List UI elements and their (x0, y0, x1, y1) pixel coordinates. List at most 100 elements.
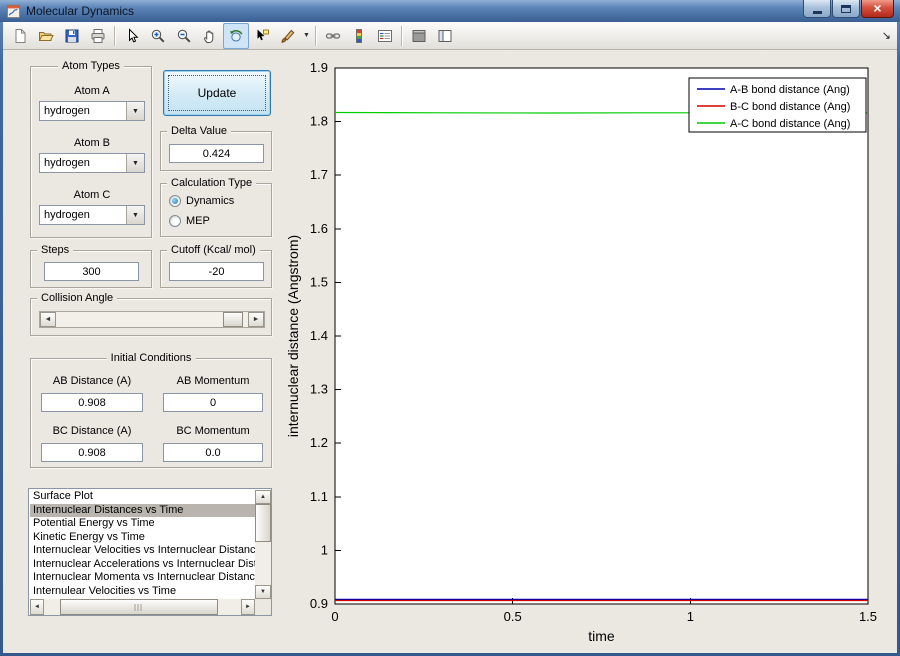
chevron-down-icon[interactable]: ▼ (126, 206, 144, 224)
scroll-up-arrow-icon[interactable]: ▲ (255, 490, 271, 504)
delta-value-title: Delta Value (167, 124, 232, 138)
horizontal-scroll-thumb[interactable] (60, 599, 218, 615)
list-item[interactable]: Internuclear Velocities vs Internuclear … (30, 544, 255, 558)
bc-distance-label: BC Distance (A) (52, 425, 132, 437)
atom-c-select[interactable]: hydrogen ▼ (39, 205, 145, 225)
list-item[interactable]: Kinetic Energy vs Time (30, 531, 255, 545)
link-plot-icon (325, 32, 341, 39)
scroll-right-arrow-icon[interactable]: ► (241, 599, 255, 615)
data-cursor-button[interactable] (249, 23, 275, 49)
close-button[interactable]: × (861, 0, 894, 18)
bc-momentum-label: BC Momentum (176, 425, 250, 437)
y-tick-label: 1.6 (310, 221, 328, 236)
figure-canvas: Atom Types Atom A hydrogen ▼ Atom B hydr… (3, 50, 897, 653)
radio-dynamics-label: Dynamics (186, 195, 235, 207)
data-cursor-icon (257, 29, 269, 40)
save-figure-icon (65, 29, 79, 42)
bc-momentum-field[interactable] (163, 443, 263, 462)
delta-value-field[interactable] (169, 144, 264, 163)
ab-distance-field[interactable] (41, 393, 143, 412)
maximize-button[interactable] (832, 0, 860, 18)
axes-box (334, 67, 869, 605)
open-file-button[interactable] (33, 23, 59, 49)
atom-a-value: hydrogen (44, 105, 90, 117)
toolbar-separator (114, 25, 116, 46)
edit-plot-button[interactable] (119, 23, 145, 49)
bc-distance-field[interactable] (41, 443, 143, 462)
y-axis-label: internuclear distance (Angstrom) (285, 235, 301, 437)
x-axis-label: time (588, 628, 615, 644)
insert-colorbar-button[interactable] (346, 23, 372, 49)
scroll-left-arrow-icon[interactable]: ◄ (30, 599, 44, 615)
collision-angle-thumb[interactable] (222, 312, 243, 327)
y-tick-label: 1.5 (310, 274, 328, 289)
atom-c-value: hydrogen (44, 209, 90, 221)
list-item[interactable]: Potential Energy vs Time (30, 517, 255, 531)
link-plot-button[interactable] (320, 23, 346, 49)
print-figure-button[interactable] (85, 23, 111, 49)
new-figure-button[interactable] (7, 23, 33, 49)
ab-momentum-field[interactable] (163, 393, 263, 412)
maximize-icon (841, 4, 851, 13)
atom-b-value: hydrogen (44, 157, 90, 169)
plot-type-listbox[interactable]: Surface Plot Internuclear Distances vs T… (28, 488, 272, 616)
radio-selected-icon[interactable] (169, 195, 181, 207)
toolbar-separator (401, 25, 403, 46)
brush-data-button[interactable] (275, 23, 301, 49)
plot-area[interactable]: 0 0.5 1 1.5 0.9 1 1.1 1.2 1.3 1.4 1.5 1.6 1.7 1.8 1.9 t… (280, 52, 898, 653)
x-tick-label: 1 (687, 609, 694, 624)
list-item[interactable]: Internuclear Accelerations vs Internucle… (30, 558, 255, 572)
scroll-down-arrow-icon[interactable]: ▼ (255, 585, 271, 599)
insert-legend-button[interactable] (372, 23, 398, 49)
print-figure-icon (91, 28, 105, 43)
vertical-scroll-thumb[interactable] (255, 504, 271, 542)
collision-angle-slider[interactable]: ◄ ► (39, 311, 265, 328)
ab-momentum-label: AB Momentum (176, 375, 250, 387)
y-tick-label: 1.9 (310, 60, 328, 75)
brush-dropdown-arrow[interactable]: ▼ (301, 24, 312, 48)
legend-entry-label: A-C bond distance (Ang) (730, 118, 850, 130)
atom-b-select[interactable]: hydrogen ▼ (39, 153, 145, 173)
toolbar-overflow-icon[interactable]: ↘ (882, 29, 891, 42)
slider-right-arrow-icon[interactable]: ► (248, 312, 264, 327)
update-button[interactable]: Update (163, 70, 271, 116)
save-figure-button[interactable] (59, 23, 85, 49)
y-tick-label: 1.1 (310, 489, 328, 504)
slider-left-arrow-icon[interactable]: ◄ (40, 312, 56, 327)
toolbar-separator (315, 25, 317, 46)
steps-field[interactable] (44, 262, 139, 281)
ab-distance-label: AB Distance (A) (52, 375, 132, 387)
pan-button[interactable] (197, 23, 223, 49)
titlebar[interactable]: Molecular Dynamics × (0, 0, 900, 22)
radio-unselected-icon[interactable] (169, 215, 181, 227)
list-item[interactable]: Internulear Velocities vs Time (30, 585, 255, 599)
brush-data-icon (281, 29, 295, 43)
cutoff-field[interactable] (169, 262, 264, 281)
rotate-3d-button[interactable] (223, 22, 249, 49)
list-item-selected[interactable]: Internuclear Distances vs Time (30, 503, 255, 517)
minimize-button[interactable] (803, 0, 831, 18)
plot-type-list: Surface Plot Internuclear Distances vs T… (30, 490, 255, 599)
window-title: Molecular Dynamics (26, 4, 135, 18)
y-tick-label: 1.7 (310, 167, 328, 182)
y-tick-label: 1.4 (310, 328, 328, 343)
zoom-out-button[interactable] (171, 23, 197, 49)
hide-plot-tools-button[interactable] (406, 23, 432, 49)
list-item[interactable]: Surface Plot (30, 490, 255, 504)
show-plot-tools-button[interactable] (432, 23, 458, 49)
chevron-down-icon[interactable]: ▼ (126, 102, 144, 120)
atom-a-label: Atom A (74, 85, 110, 97)
zoom-out-icon (177, 29, 191, 43)
x-tick-label: 0.5 (504, 609, 522, 624)
vertical-scrollbar[interactable]: ▲ ▼ (255, 490, 271, 599)
window-controls: × (802, 0, 894, 18)
radio-dynamics[interactable]: Dynamics (169, 195, 234, 207)
list-item[interactable]: Internuclear Momenta vs Internuclear Dis… (30, 571, 255, 585)
cutoff-title: Cutoff (Kcal/ mol) (167, 243, 260, 257)
chevron-down-icon[interactable]: ▼ (126, 154, 144, 172)
horizontal-scrollbar[interactable]: ◄ ► (30, 599, 255, 615)
zoom-in-button[interactable] (145, 23, 171, 49)
atom-a-select[interactable]: hydrogen ▼ (39, 101, 145, 121)
radio-mep[interactable]: MEP (169, 215, 210, 227)
rotate-3d-icon (230, 29, 243, 41)
